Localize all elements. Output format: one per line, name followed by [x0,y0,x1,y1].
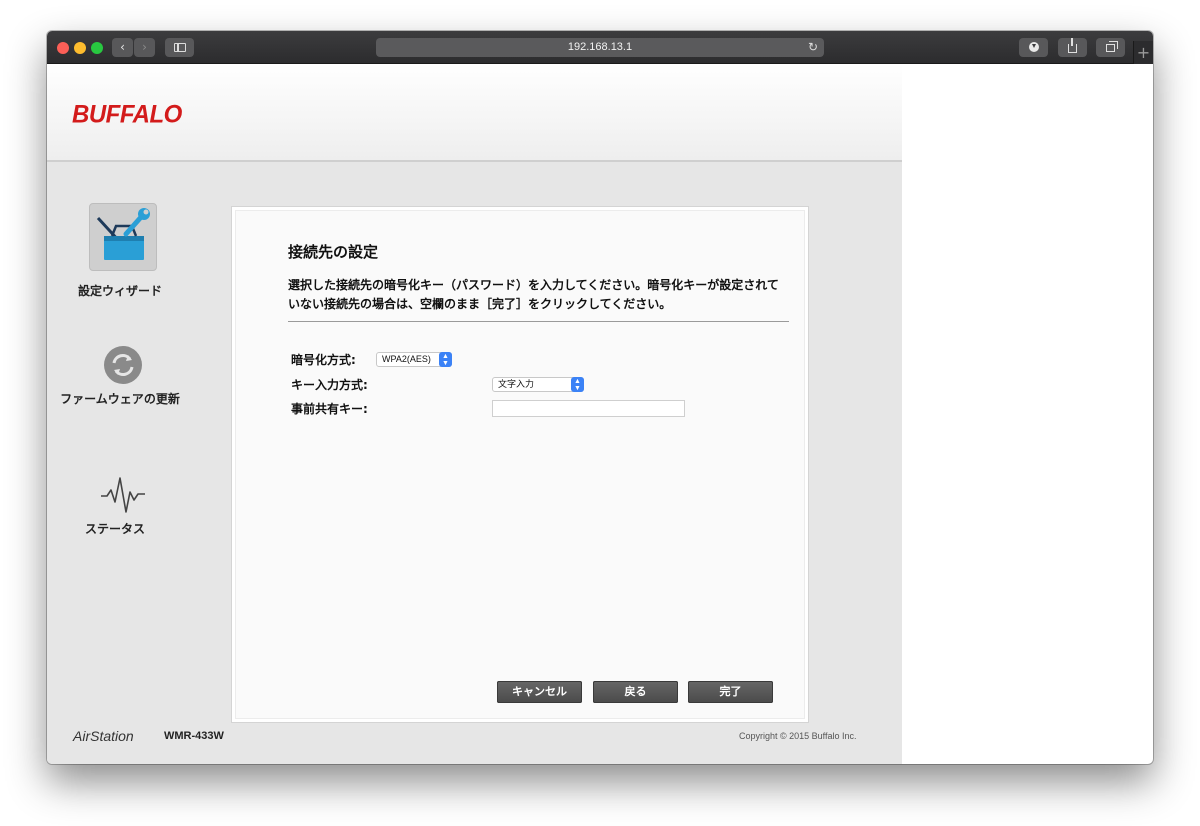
back-icon[interactable]: ‹ [112,38,133,57]
cancel-button[interactable]: キャンセル [497,681,582,703]
settings-panel-body: 接続先の設定 選択した接続先の暗号化キー（パスワード）を入力してください。暗号化… [235,210,805,719]
back-button[interactable]: 戻る [593,681,678,703]
share-icon[interactable] [1058,38,1087,57]
key-mode-label: キー入力方式: [291,378,368,392]
key-mode-select-value: 文字入力 [498,379,535,389]
browser-toolbar: ‹ › 192.168.13.1 ↻ + [47,31,1153,64]
psk-label: 事前共有キー: [291,402,368,416]
finish-button[interactable]: 完了 [688,681,773,703]
status-wave-icon[interactable] [97,472,149,516]
psk-input[interactable] [492,400,685,417]
sidebar-item-label: 設定ウィザード [77,284,162,298]
divider [288,321,789,322]
buffalo-logo: BUFFALO [72,100,182,129]
tabs-icon[interactable] [1096,38,1125,57]
copyright-text: Copyright © 2015 Buffalo Inc. [739,731,857,741]
maximize-window-button[interactable] [91,42,103,54]
close-window-button[interactable] [57,42,69,54]
instructions-text: 選択した接続先の暗号化キー（パスワード）を入力してください。暗号化キーが設定され… [288,278,779,311]
router-admin-page: BUFFALO 設定ウィザード ファームウェアの更新 ステータス 接続先の設定 … [47,64,902,764]
download-icon[interactable] [1019,38,1048,57]
reload-icon[interactable]: ↻ [808,38,818,57]
page-title: 接続先の設定 [288,243,379,261]
browser-window: ‹ › 192.168.13.1 ↻ + BUFFALO 設定ウィザード ファー… [47,31,1153,764]
wizard-toolbox-icon[interactable] [89,203,157,271]
encryption-label: 暗号化方式: [291,353,356,367]
sidebar-item-label: ステータス [84,522,145,536]
select-arrows-icon: ▲ ▼ [439,352,452,367]
settings-panel: 接続先の設定 選択した接続先の暗号化キー（パスワード）を入力してください。暗号化… [231,206,809,723]
url-text: 192.168.13.1 [567,41,633,53]
key-mode-select[interactable]: 文字入力 ▲ ▼ [492,377,584,392]
encryption-select-value: WPA2(AES) [382,354,431,364]
forward-icon[interactable]: › [134,38,155,57]
sidebar-icon[interactable] [165,38,194,57]
sidebar-item-label: ファームウェアの更新 [60,392,180,406]
sidebar: 設定ウィザード ファームウェアの更新 ステータス [47,162,227,712]
minimize-window-button[interactable] [74,42,86,54]
model-name: WMR-433W [164,730,224,742]
address-bar[interactable]: 192.168.13.1 ↻ [376,38,824,57]
select-arrows-icon: ▲ ▼ [571,377,584,392]
encryption-select[interactable]: WPA2(AES) ▲ ▼ [376,352,452,367]
refresh-update-icon[interactable] [103,345,143,385]
plus-icon[interactable]: + [1133,41,1153,64]
page-header: BUFFALO [47,64,902,162]
airstation-logo: AirStation [73,728,134,744]
